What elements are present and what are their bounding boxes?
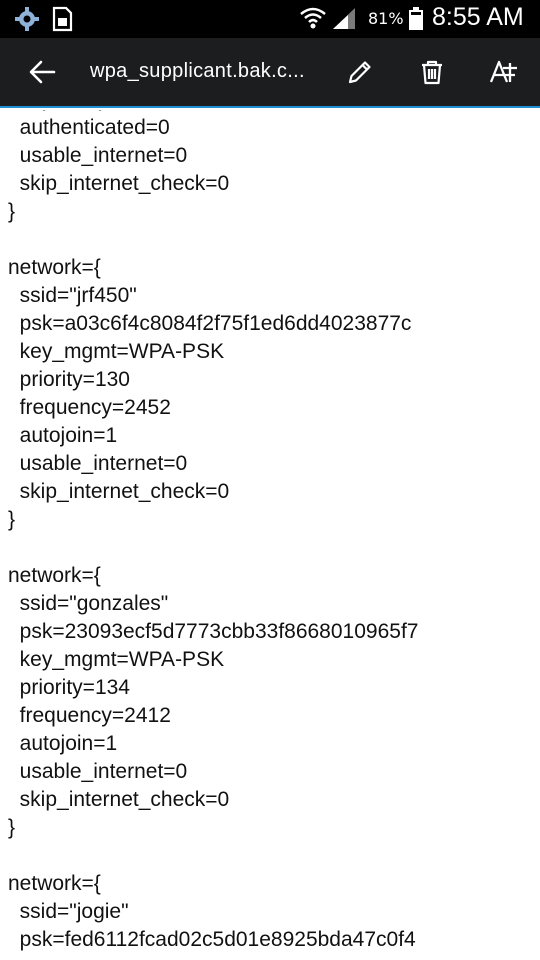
file-line: ssid="jogie" bbox=[8, 900, 129, 923]
file-line: key_mgmt=WPA-PSK bbox=[8, 340, 225, 363]
file-line: ssid="jrf450" bbox=[8, 284, 137, 307]
delete-button[interactable] bbox=[404, 38, 460, 106]
back-button[interactable] bbox=[14, 38, 70, 106]
sd-card-icon bbox=[50, 6, 74, 36]
file-line: usable_internet=0 bbox=[8, 144, 188, 167]
battery-icon bbox=[408, 7, 424, 35]
cell-signal-icon bbox=[331, 7, 357, 35]
file-line: usable_internet=0 bbox=[8, 452, 188, 475]
file-line: psk=23093ecf5d7773cbb33f8668010965f7 bbox=[8, 620, 419, 643]
file-line: priority=134 bbox=[8, 676, 130, 699]
back-arrow-icon bbox=[29, 60, 56, 84]
file-line: authenticated=0 bbox=[8, 116, 170, 139]
file-line: autojoin=1 bbox=[8, 424, 118, 447]
status-bar: 81% 8:55 AM bbox=[0, 0, 540, 38]
file-line: psk=a03c6f4c8084f2f75f1ed6dd4023877c bbox=[8, 312, 412, 335]
file-line: captive_portal=1 bbox=[8, 110, 175, 111]
file-line: priority=130 bbox=[8, 368, 130, 391]
file-text: captive_portal=1 authenticated=0 usable_… bbox=[8, 110, 418, 954]
file-line: network={ bbox=[8, 872, 101, 895]
font-size-icon bbox=[489, 60, 517, 83]
action-bar: wpa_supplicant.bak.c... bbox=[0, 38, 540, 108]
file-line: psk=fed6112fcad02c5d01e8925bda47c0f4 bbox=[8, 928, 416, 951]
file-line: frequency=2452 bbox=[8, 396, 171, 419]
file-line: } bbox=[8, 508, 16, 531]
file-line: usable_internet=0 bbox=[8, 760, 188, 783]
file-line: autojoin=1 bbox=[8, 732, 118, 755]
settings-gear-icon bbox=[14, 6, 40, 36]
file-line: key_mgmt=WPA-PSK bbox=[8, 648, 225, 671]
battery-percent: 81% bbox=[368, 9, 404, 28]
file-title: wpa_supplicant.bak.c... bbox=[90, 60, 305, 82]
file-line: skip_internet_check=0 bbox=[8, 788, 230, 811]
clock-time: 8:55 AM bbox=[432, 3, 524, 31]
file-line: skip_internet_check=0 bbox=[8, 172, 230, 195]
wifi-icon bbox=[298, 5, 328, 35]
trash-icon bbox=[422, 60, 442, 85]
edit-pencil-icon bbox=[348, 61, 371, 84]
file-line: } bbox=[8, 816, 16, 839]
file-line: network={ bbox=[8, 256, 101, 279]
file-line: frequency=2412 bbox=[8, 704, 171, 727]
file-content-area[interactable]: captive_portal=1 authenticated=0 usable_… bbox=[0, 110, 540, 960]
file-line: ssid="gonzales" bbox=[8, 592, 169, 615]
font-size-button[interactable] bbox=[476, 38, 532, 106]
file-line: skip_internet_check=0 bbox=[8, 480, 230, 503]
file-line: } bbox=[8, 200, 16, 223]
file-line: network={ bbox=[8, 564, 101, 587]
edit-button[interactable] bbox=[332, 38, 388, 106]
